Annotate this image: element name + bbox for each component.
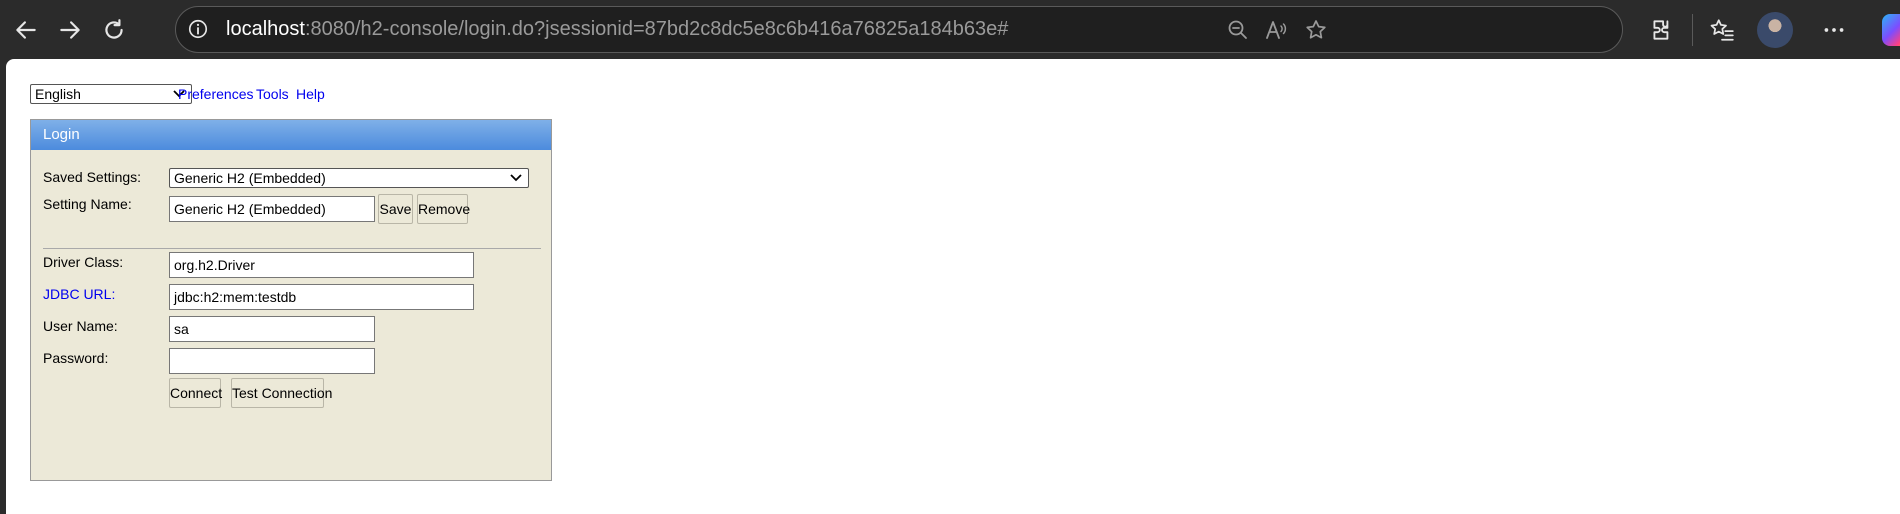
user-name-label: User Name:	[43, 318, 118, 334]
help-link[interactable]: Help	[296, 86, 325, 102]
favorite-star-icon[interactable]	[1302, 16, 1330, 44]
driver-class-label: Driver Class:	[43, 254, 124, 270]
remove-button[interactable]: Remove	[417, 194, 470, 224]
address-bar[interactable]: localhost:8080/h2-console/login.do?jsess…	[175, 6, 1623, 53]
jdbc-url-input[interactable]: jdbc:h2:mem:testdb	[169, 284, 474, 310]
refresh-icon[interactable]	[94, 10, 134, 50]
profile-avatar[interactable]	[1757, 12, 1793, 48]
copilot-icon[interactable]	[1882, 14, 1900, 46]
language-select[interactable]: English	[30, 84, 192, 104]
connect-button[interactable]: Connect	[169, 378, 222, 408]
page-viewport: English Preferences Tools Help Login Sav…	[6, 59, 1900, 514]
user-name-input[interactable]: sa	[169, 316, 375, 342]
forward-icon[interactable]	[50, 10, 90, 50]
info-icon[interactable]	[186, 17, 210, 41]
password-label: Password:	[43, 350, 109, 366]
setting-name-label: Setting Name:	[43, 196, 132, 212]
read-aloud-icon[interactable]	[1262, 16, 1290, 44]
save-button[interactable]: Save	[378, 194, 413, 224]
back-icon[interactable]	[6, 10, 46, 50]
divider	[43, 248, 541, 249]
test-connection-button[interactable]: Test Connection	[231, 378, 332, 408]
language-value: English	[35, 86, 81, 102]
tools-link[interactable]: Tools	[256, 86, 289, 102]
more-icon[interactable]	[1816, 12, 1852, 48]
chevron-down-icon	[510, 174, 522, 182]
saved-settings-label: Saved Settings:	[43, 169, 142, 185]
zoom-out-icon[interactable]	[1224, 16, 1252, 44]
favorites-icon[interactable]	[1704, 12, 1740, 48]
browser-toolbar: localhost:8080/h2-console/login.do?jsess…	[0, 0, 1900, 59]
preferences-link[interactable]: Preferences	[178, 86, 253, 102]
login-panel: Login Saved Settings: Generic H2 (Embedd…	[30, 119, 552, 481]
login-panel-title: Login	[31, 120, 551, 150]
address-url[interactable]: localhost:8080/h2-console/login.do?jsess…	[226, 18, 1008, 41]
driver-class-input[interactable]: org.h2.Driver	[169, 252, 474, 278]
saved-settings-select[interactable]: Generic H2 (Embedded)	[169, 168, 529, 188]
extensions-icon[interactable]	[1644, 12, 1680, 48]
jdbc-url-link[interactable]: JDBC URL:	[43, 286, 115, 302]
url-path: :8080/h2-console/login.do?jsessionid=87b…	[304, 18, 1009, 40]
password-input[interactable]	[169, 348, 375, 374]
saved-settings-value: Generic H2 (Embedded)	[174, 170, 326, 186]
toolbar-separator	[1692, 14, 1693, 46]
setting-name-input[interactable]: Generic H2 (Embedded)	[169, 196, 375, 222]
url-host: localhost	[226, 18, 305, 40]
